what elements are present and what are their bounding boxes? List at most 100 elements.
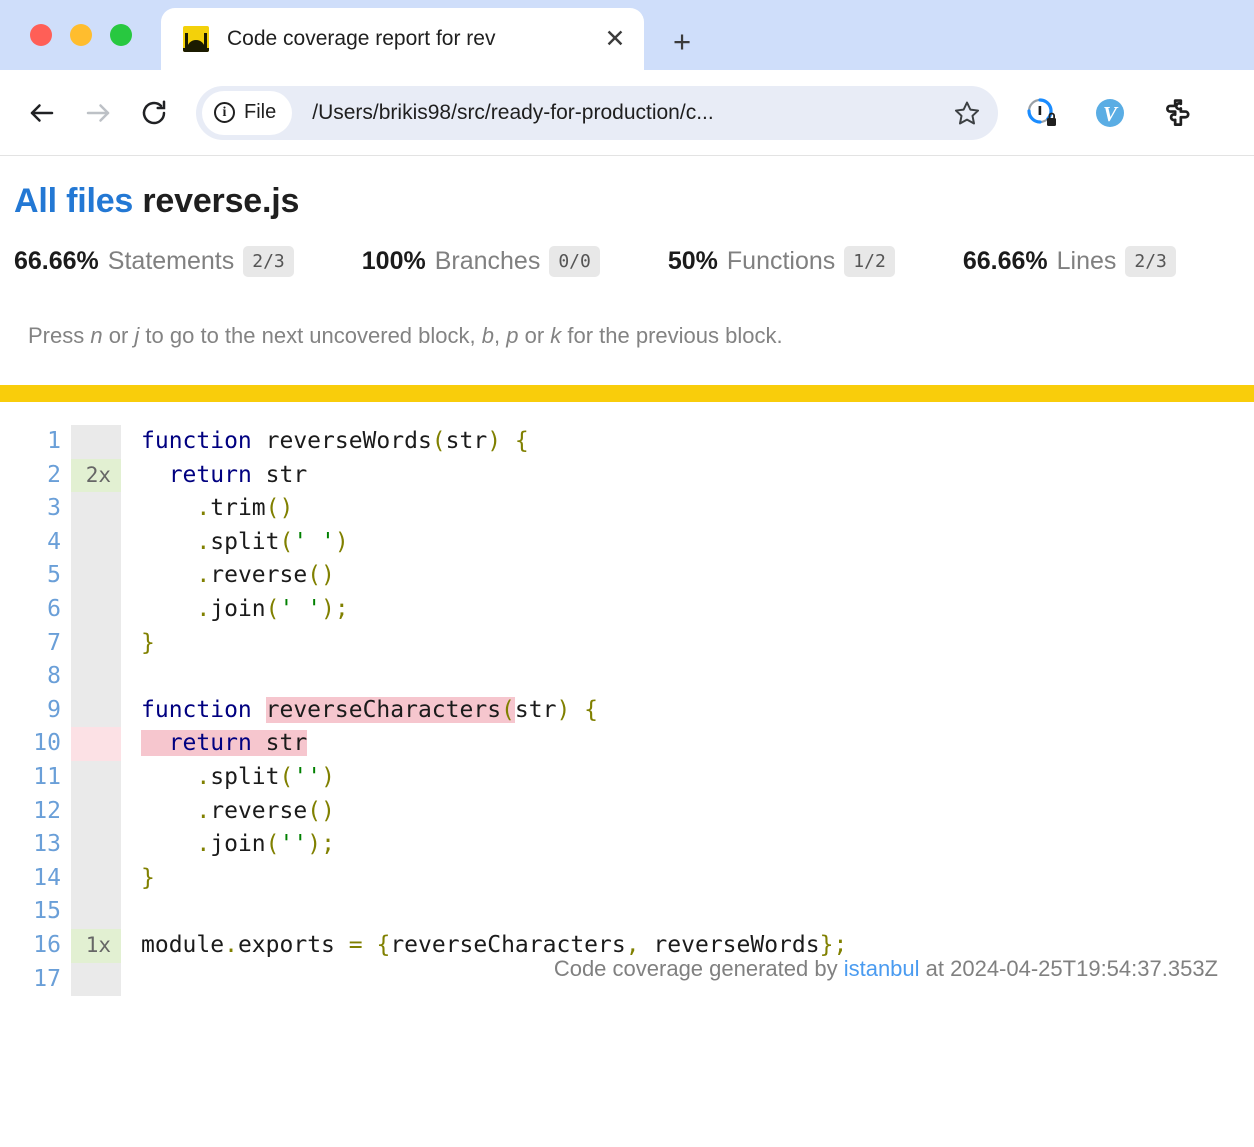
- hit-count: [71, 492, 121, 526]
- branches-fraction: 0/0: [549, 246, 600, 277]
- stat-branches: 100% Branches 0/0: [361, 246, 600, 279]
- source-code[interactable]: function reverseWords(str) { return str …: [121, 425, 1254, 997]
- line-number: 14: [33, 864, 61, 891]
- info-icon: i: [214, 102, 235, 123]
- line-number: 12: [33, 797, 61, 824]
- code-line: .join(' ');: [196, 595, 349, 622]
- uncovered-highlight: reverseCharacters(: [265, 696, 515, 723]
- code-line: .split(' '): [196, 528, 349, 555]
- line-number: 13: [33, 831, 61, 858]
- line-number: 4: [47, 528, 61, 555]
- forward-arrow-icon: [76, 91, 120, 135]
- line-number: 16: [33, 931, 61, 958]
- istanbul-mosque-icon: [183, 26, 209, 52]
- maximize-window-button[interactable]: [110, 24, 132, 46]
- branches-percent: 100%: [361, 247, 426, 275]
- extension-icons: V: [1012, 93, 1198, 133]
- address-bar[interactable]: i File /Users/brikis98/src/ready-for-pro…: [196, 85, 998, 140]
- functions-fraction: 1/2: [844, 246, 895, 277]
- svg-text:V: V: [1103, 102, 1119, 126]
- code-line: }: [141, 864, 155, 891]
- hit-count: [71, 526, 121, 560]
- line-number: 10: [33, 730, 61, 757]
- lines-label: Lines: [1056, 247, 1117, 275]
- code-line: }: [141, 629, 155, 656]
- browser-tab[interactable]: Code coverage report for rev ✕: [161, 8, 644, 70]
- functions-percent: 50%: [667, 247, 718, 275]
- new-tab-button[interactable]: +: [665, 24, 699, 58]
- vimium-icon[interactable]: V: [1090, 93, 1130, 133]
- minimize-window-button[interactable]: [70, 24, 92, 46]
- hit-count: [71, 761, 121, 795]
- statements-label: Statements: [107, 247, 235, 275]
- tab-title: Code coverage report for rev: [227, 27, 496, 50]
- functions-label: Functions: [726, 247, 836, 275]
- back-arrow-icon[interactable]: [20, 91, 64, 135]
- line-number: 8: [47, 663, 61, 690]
- puzzle-extensions-icon[interactable]: [1158, 93, 1198, 133]
- code-line: .reverse(): [196, 797, 335, 824]
- stat-statements: 66.66% Statements 2/3: [14, 246, 294, 279]
- source-code-view: 1 2 3 4 5 6 7 8 9 10 11 12 13 14 15 16 17 2x 1x function …: [0, 402, 1254, 997]
- browser-toolbar: i File /Users/brikis98/src/ready-for-pro…: [0, 70, 1254, 156]
- breadcrumb-all-files-link[interactable]: All files: [14, 182, 133, 220]
- hit-count: [71, 627, 121, 661]
- line-number: 1: [47, 428, 61, 454]
- file-name: reverse.js: [142, 182, 300, 220]
- coverage-summary: 66.66% Statements 2/3 100% Branches 0/0 …: [14, 246, 1236, 279]
- line-number: 6: [47, 595, 61, 622]
- hit-count: [71, 593, 121, 627]
- hit-count: [71, 895, 121, 929]
- code-line: .join('');: [196, 831, 335, 858]
- hit-count-gutter: 2x 1x: [71, 425, 121, 997]
- lines-percent: 66.66%: [962, 247, 1048, 275]
- hit-count: [71, 727, 121, 761]
- line-number-gutter: 1 2 3 4 5 6 7 8 9 10 11 12 13 14 15 16 17: [0, 425, 71, 997]
- scheme-chip-label: File: [244, 101, 277, 123]
- code-line: return str: [141, 727, 1254, 761]
- hit-count: [71, 559, 121, 593]
- page-title: All files reverse.js: [14, 182, 1236, 221]
- line-number: 15: [33, 898, 61, 925]
- statements-fraction: 2/3: [243, 246, 294, 277]
- stat-functions: 50% Functions 1/2: [667, 246, 895, 279]
- hit-count: 2x: [71, 458, 121, 493]
- report-header: All files reverse.js 66.66% Statements 2…: [0, 156, 1254, 349]
- code-line: .trim(): [196, 495, 294, 522]
- code-line: return str: [168, 461, 308, 488]
- statements-percent: 66.66%: [14, 247, 99, 275]
- line-number: 2: [47, 461, 61, 488]
- line-number: 11: [33, 763, 61, 790]
- star-icon[interactable]: [952, 98, 982, 128]
- coverage-status-bar: [0, 385, 1254, 402]
- hit-count: [71, 425, 121, 459]
- url-input[interactable]: /Users/brikis98/src/ready-for-production…: [312, 101, 952, 125]
- reload-icon[interactable]: [132, 91, 176, 135]
- line-number: 3: [47, 495, 61, 522]
- hit-count: 1x: [71, 928, 121, 963]
- close-window-button[interactable]: [30, 24, 52, 46]
- hit-count: [71, 963, 121, 997]
- istanbul-link[interactable]: istanbul: [844, 956, 920, 981]
- report-footer: Code coverage generated by istanbul at 2…: [553, 956, 1218, 982]
- line-number: 7: [47, 629, 61, 656]
- line-number: 9: [47, 696, 61, 723]
- privacy-lock-icon[interactable]: [1022, 93, 1062, 133]
- browser-window: Code coverage report for rev ✕ + i File …: [0, 0, 1254, 1147]
- coverage-report-page: All files reverse.js 66.66% Statements 2…: [0, 156, 1254, 997]
- hit-count: [71, 795, 121, 829]
- tab-strip: Code coverage report for rev ✕ +: [0, 0, 1254, 70]
- scheme-chip[interactable]: i File: [202, 90, 293, 135]
- hit-count: [71, 828, 121, 862]
- stat-lines: 66.66% Lines 2/3: [962, 246, 1176, 279]
- uncovered-highlight: return str: [141, 730, 308, 757]
- keyboard-hint: Press n or j to go to the next uncovered…: [28, 323, 783, 348]
- close-tab-icon[interactable]: ✕: [600, 24, 630, 54]
- window-controls: [0, 0, 148, 70]
- line-number: 17: [33, 965, 61, 992]
- code-line: function reverseCharacters(str) {: [141, 696, 599, 723]
- line-number: 5: [47, 562, 61, 589]
- branches-label: Branches: [434, 247, 541, 275]
